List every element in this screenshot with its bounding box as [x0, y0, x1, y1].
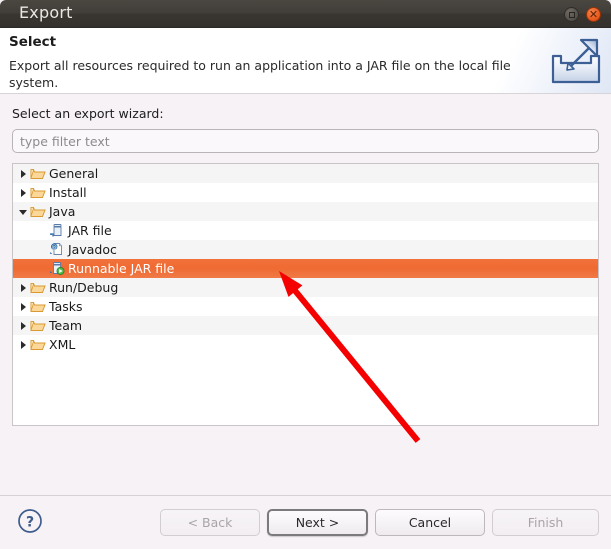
tree-item-label: Run/Debug — [49, 280, 119, 295]
svg-text:@: @ — [52, 245, 57, 251]
tree-item-content: Install — [13, 185, 87, 200]
window-title: Export — [19, 3, 73, 22]
tree-item-label: General — [49, 166, 99, 181]
chevron-right-icon[interactable] — [19, 321, 28, 330]
tree-item-content: Java — [13, 204, 75, 219]
tree-item-label: Javadoc — [68, 242, 117, 257]
tree-item-runnable-jar-file[interactable]: Runnable JAR file — [13, 259, 598, 278]
folder-icon — [30, 318, 46, 333]
chevron-right-icon[interactable] — [19, 283, 28, 292]
help-icon[interactable]: ? — [17, 508, 43, 534]
next-button[interactable]: Next > — [267, 509, 368, 536]
maximize-icon — [568, 11, 575, 18]
dialog-body: Select an export wizard: General Install J… — [0, 95, 611, 495]
close-icon: ✕ — [588, 7, 599, 21]
close-button[interactable]: ✕ — [586, 7, 601, 22]
folder-icon — [30, 280, 46, 295]
folder-icon — [30, 337, 46, 352]
tree-item-install[interactable]: Install — [13, 183, 598, 202]
export-wizard-tree[interactable]: General Install Java JAR file @ Javadoc Runnab… — [12, 163, 599, 426]
finish-button-label: Finish — [527, 515, 564, 530]
export-dialog-window: Export ✕ Select Export all resources req… — [0, 0, 611, 549]
tree-item-label: Team — [49, 318, 83, 333]
tree-item-xml[interactable]: XML — [13, 335, 598, 354]
chevron-right-icon[interactable] — [19, 169, 28, 178]
back-button[interactable]: < Back — [160, 509, 260, 536]
tree-item-java[interactable]: Java — [13, 202, 598, 221]
tree-item-run-debug[interactable]: Run/Debug — [13, 278, 598, 297]
tree-item-label: XML — [49, 337, 76, 352]
tree-item-javadoc[interactable]: @ Javadoc — [13, 240, 598, 259]
tree-item-label: Tasks — [49, 299, 83, 314]
tree-item-content: JAR file — [32, 223, 112, 238]
back-button-label: < Back — [187, 515, 233, 530]
svg-text:?: ? — [26, 515, 34, 531]
folder-icon — [30, 299, 46, 314]
title-bar: Export ✕ — [0, 0, 611, 28]
tree-item-label: Install — [49, 185, 87, 200]
chevron-right-icon[interactable] — [19, 302, 28, 311]
maximize-button[interactable] — [564, 7, 579, 22]
chevron-right-icon[interactable] — [19, 340, 28, 349]
tree-item-content: Run/Debug — [13, 280, 118, 295]
tree-item-content: XML — [13, 337, 75, 352]
tree-item-label: Java — [49, 204, 76, 219]
tree-item-content: General — [13, 166, 98, 181]
chevron-down-icon[interactable] — [19, 207, 28, 216]
runnable-jar-icon — [49, 261, 65, 276]
filter-input[interactable] — [12, 129, 599, 153]
folder-icon — [30, 166, 46, 181]
folder-icon — [30, 204, 46, 219]
next-button-label: Next > — [295, 515, 340, 530]
tree-item-tasks[interactable]: Tasks — [13, 297, 598, 316]
tree-item-team[interactable]: Team — [13, 316, 598, 335]
chevron-right-icon[interactable] — [19, 188, 28, 197]
cancel-button-label: Cancel — [408, 515, 452, 530]
tree-item-general[interactable]: General — [13, 164, 598, 183]
javadoc-icon: @ — [49, 242, 65, 257]
finish-button[interactable]: Finish — [492, 509, 599, 536]
page-title: Select — [9, 34, 57, 50]
folder-icon — [30, 185, 46, 200]
export-wizard-icon — [551, 38, 601, 84]
cancel-button[interactable]: Cancel — [375, 509, 485, 536]
page-description: Export all resources required to run an … — [9, 58, 511, 90]
jar-file-icon — [49, 223, 65, 238]
tree-item-content: Runnable JAR file — [32, 261, 174, 276]
tree-item-jar-file[interactable]: JAR file — [13, 221, 598, 240]
tree-item-content: @ Javadoc — [32, 242, 117, 257]
tree-item-label: Runnable JAR file — [68, 261, 175, 276]
tree-item-content: Team — [13, 318, 82, 333]
wizard-header: Select Export all resources required to … — [0, 28, 611, 94]
tree-item-label: JAR file — [68, 223, 112, 238]
tree-item-content: Tasks — [13, 299, 83, 314]
select-wizard-label: Select an export wizard: — [12, 106, 164, 121]
